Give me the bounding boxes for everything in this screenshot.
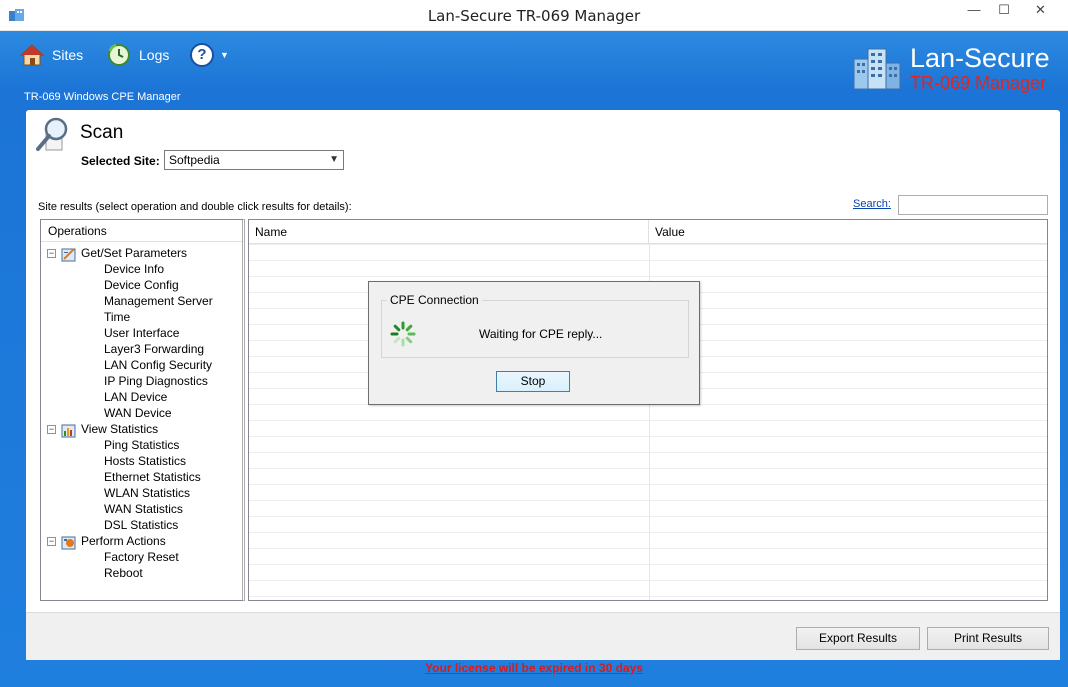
window-title: Lan-Secure TR-069 Manager (427, 7, 641, 25)
tree-item[interactable]: Ping Statistics (104, 437, 179, 453)
tree-item[interactable]: Hosts Statistics (104, 453, 186, 469)
site-select-value: Softpedia (169, 153, 220, 167)
loading-spinner-icon (390, 321, 416, 347)
magnifier-icon (36, 117, 68, 151)
home-icon (20, 44, 44, 66)
tree-item[interactable]: LAN Device (104, 389, 167, 405)
parameters-icon (61, 248, 76, 262)
minimize-button[interactable]: — (959, 0, 989, 22)
tree-item[interactable]: Device Config (104, 277, 179, 293)
sites-button[interactable]: Sites (20, 41, 83, 69)
tree-item[interactable]: User Interface (104, 325, 179, 341)
action-bar: Export Results Print Results (26, 612, 1060, 660)
tree-item[interactable]: Device Info (104, 261, 164, 277)
tree-item[interactable]: Management Server (104, 293, 213, 309)
results-grid[interactable]: Name Value (248, 219, 1048, 601)
tree-item[interactable]: Time (104, 309, 130, 325)
search-link[interactable]: Search: (853, 198, 891, 210)
search-input[interactable] (898, 195, 1048, 215)
tree-item[interactable]: WAN Device (104, 405, 172, 421)
tree-group-label: Get/Set Parameters (81, 246, 188, 260)
collapse-icon[interactable]: − (47, 249, 56, 259)
title-bar: Lan-Secure TR-069 Manager — ☐ ✕ (0, 0, 1068, 31)
dialog-title: CPE Connection (387, 293, 482, 307)
results-label: Site results (select operation and doubl… (38, 201, 352, 213)
tree-group-view-statistics[interactable]: − View Statistics (47, 421, 159, 438)
help-icon: ? (190, 43, 214, 67)
cpe-connection-dialog: CPE Connection Waiting for CPE reply... … (368, 281, 700, 405)
tree-item[interactable]: IP Ping Diagnostics (104, 373, 208, 389)
brand-logo: Lan-Secure TR-069 Manager (852, 43, 1062, 103)
tree-item[interactable]: Factory Reset (104, 549, 179, 565)
brand-name: Lan-Secure (910, 43, 1050, 73)
tree-group-label: View Statistics (81, 422, 159, 436)
brand-product: TR-069 Manager (910, 73, 1047, 93)
dialog-message: Waiting for CPE reply... (479, 327, 603, 341)
export-results-button[interactable]: Export Results (796, 627, 920, 650)
selected-site-label: Selected Site: (81, 154, 160, 168)
tree-item[interactable]: Reboot (104, 565, 143, 581)
help-button[interactable]: ? ▼ (190, 41, 229, 69)
close-button[interactable]: ✕ (1018, 0, 1063, 22)
column-header-name[interactable]: Name (249, 220, 649, 244)
logs-icon (108, 43, 130, 66)
operations-header: Operations (41, 220, 242, 242)
sites-label: Sites (52, 47, 84, 63)
stop-button[interactable]: Stop (496, 371, 570, 392)
tree-item[interactable]: WLAN Statistics (104, 485, 190, 501)
tree-item[interactable]: LAN Config Security (104, 357, 212, 373)
print-results-button[interactable]: Print Results (927, 627, 1049, 650)
logs-label: Logs (139, 47, 170, 63)
grid-header: Name Value (249, 220, 1047, 244)
column-divider (649, 220, 650, 600)
actions-icon (61, 536, 76, 550)
column-header-value[interactable]: Value (649, 220, 1047, 244)
statistics-icon (61, 424, 76, 438)
tree-group-get-set-parameters[interactable]: − Get/Set Parameters (47, 245, 188, 262)
tree-item[interactable]: WAN Statistics (104, 501, 183, 517)
license-warning-link[interactable]: Your license will be expired in 30 days (0, 661, 1068, 675)
logs-button[interactable]: Logs (107, 41, 169, 69)
maximize-button[interactable]: ☐ (989, 0, 1019, 22)
tree-group-perform-actions[interactable]: − Perform Actions (47, 533, 166, 550)
chevron-down-icon: ▼ (329, 154, 339, 165)
tree-item[interactable]: Ethernet Statistics (104, 469, 201, 485)
tree-group-label: Perform Actions (81, 534, 166, 548)
header-subtitle: TR-069 Windows CPE Manager (24, 91, 181, 103)
collapse-icon[interactable]: − (47, 537, 56, 547)
operations-tree[interactable]: Operations − Get/Set Parameters Device In… (40, 219, 245, 601)
chevron-down-icon: ▼ (220, 50, 229, 60)
collapse-icon[interactable]: − (47, 425, 56, 435)
buildings-icon (853, 48, 901, 89)
tree-item[interactable]: Layer3 Forwarding (104, 341, 204, 357)
tree-item[interactable]: DSL Statistics (104, 517, 178, 533)
page-title: Scan (80, 122, 124, 143)
site-select[interactable]: Softpedia ▼ (164, 150, 344, 170)
